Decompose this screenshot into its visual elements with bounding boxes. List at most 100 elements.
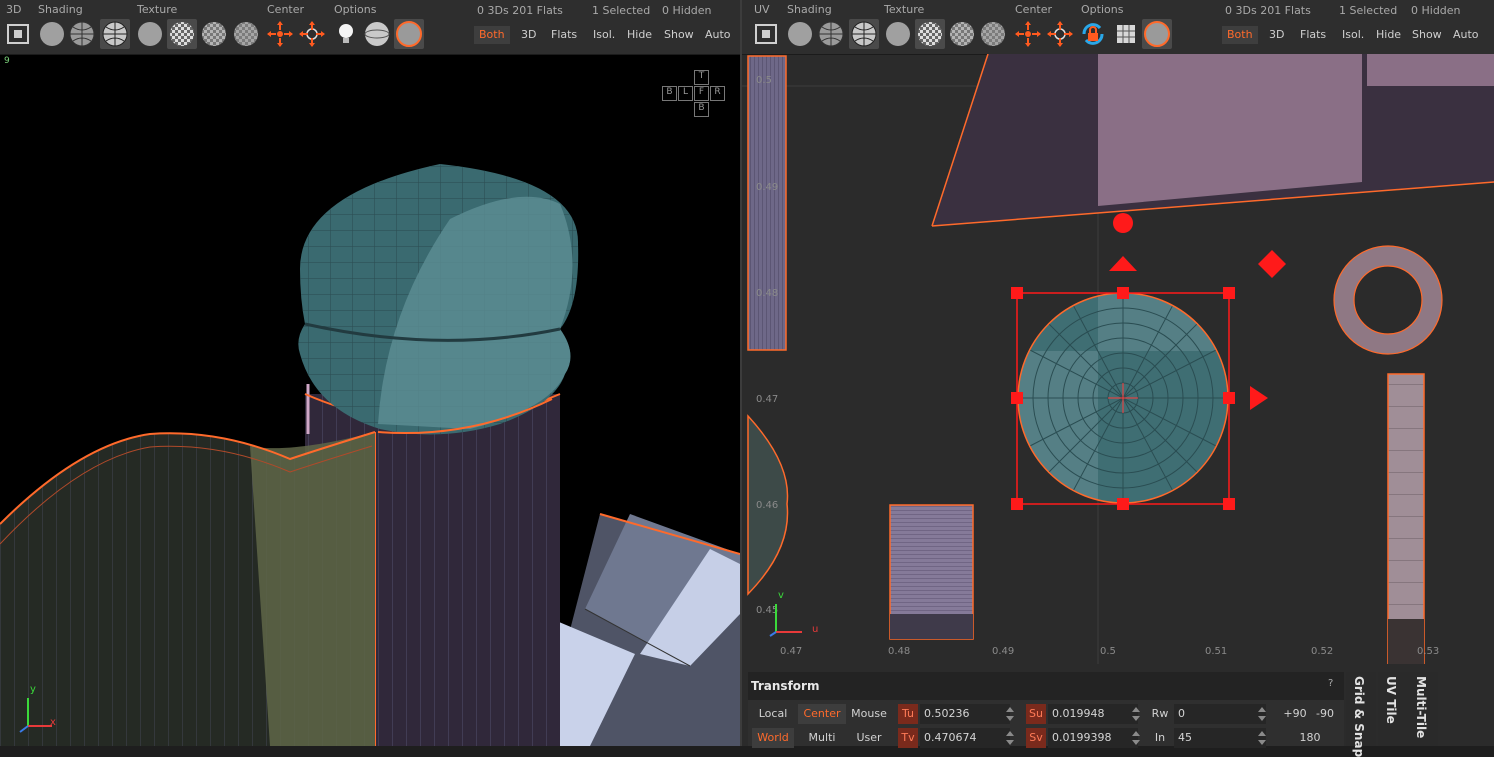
- filter-flats-uv-button[interactable]: Flats: [1295, 26, 1331, 44]
- section-center-uv: Center: [1015, 3, 1053, 16]
- show-button[interactable]: Show: [659, 26, 699, 44]
- tab-grid-snap[interactable]: Grid & Snap: [1346, 672, 1376, 757]
- viewport-uv[interactable]: UV Shading Texture Center Options 0 3Ds …: [742, 0, 1494, 746]
- filter-both-uv-button[interactable]: Both: [1222, 26, 1258, 44]
- hide-uv-button[interactable]: Hide: [1371, 26, 1406, 44]
- navcube-back[interactable]: B: [662, 86, 677, 101]
- shading-wire-uv-icon[interactable]: [816, 19, 846, 49]
- center-pivot-uv-icon[interactable]: [1013, 19, 1043, 49]
- isolate-uv-button[interactable]: Isol.: [1337, 26, 1369, 44]
- u-tick: 0.47: [780, 646, 803, 657]
- navcube-top[interactable]: T: [694, 70, 709, 85]
- rotate-minus90-button[interactable]: -90: [1310, 704, 1340, 724]
- tu-spinner-icon[interactable]: [1006, 706, 1014, 722]
- filter-flats-button[interactable]: Flats: [546, 26, 582, 44]
- center-pivot-icon[interactable]: [265, 19, 295, 49]
- shading-flat-icon[interactable]: [37, 19, 67, 49]
- transform-title[interactable]: Transform: [748, 672, 1344, 700]
- shading-wire-icon[interactable]: [67, 19, 97, 49]
- v-tick: 0.47: [756, 394, 779, 405]
- filter-3d-uv-button[interactable]: 3D: [1264, 26, 1289, 44]
- su-label: Su: [1026, 704, 1046, 724]
- auto-button[interactable]: Auto: [700, 26, 736, 44]
- input-mouse-button[interactable]: Mouse: [848, 704, 890, 724]
- show-uv-button[interactable]: Show: [1407, 26, 1447, 44]
- texture-checker3-icon[interactable]: [231, 19, 261, 49]
- section-uv: UV: [754, 3, 770, 16]
- texture-none-icon[interactable]: [135, 19, 165, 49]
- lock-rotate-icon[interactable]: [1078, 19, 1108, 49]
- tab-multi-tile[interactable]: Multi-Tile: [1408, 672, 1438, 746]
- uv-grid-icon[interactable]: [1111, 19, 1141, 49]
- navcube-left[interactable]: L: [678, 86, 693, 101]
- space-local-button[interactable]: Local: [752, 704, 794, 724]
- frame-selection-icon[interactable]: [3, 19, 33, 49]
- shading-wire-solid-icon[interactable]: [100, 19, 130, 49]
- stat-counts-uv: 0 3Ds 201 Flats: [1225, 4, 1311, 17]
- su-spinner-icon[interactable]: [1132, 706, 1140, 722]
- frame-selection-uv-icon[interactable]: [751, 19, 781, 49]
- sphere-options-icon[interactable]: [362, 19, 392, 49]
- tu-label: Tu: [898, 704, 918, 724]
- section-shading-uv: Shading: [787, 3, 832, 16]
- stat-selected: 1 Selected: [592, 4, 651, 17]
- help-button[interactable]: ?: [1328, 678, 1333, 689]
- in-spinner-icon[interactable]: [1258, 730, 1266, 746]
- material-sphere-icon[interactable]: [394, 19, 424, 49]
- texture-checker-uv-icon[interactable]: [915, 19, 945, 49]
- rw-label: Rw: [1151, 707, 1169, 720]
- filter-3d-button[interactable]: 3D: [516, 26, 541, 44]
- v-tick: 0.49: [756, 182, 779, 193]
- u-tick: 0.5: [1100, 646, 1116, 657]
- stat-hidden-uv: 0 Hidden: [1411, 4, 1461, 17]
- pivot-multi-button[interactable]: Multi: [798, 728, 846, 748]
- viewport-3d[interactable]: 3D Shading Texture Center Options 0 3Ds …: [0, 0, 740, 746]
- navcube-front[interactable]: F: [694, 86, 709, 101]
- shading-wire-solid-uv-icon[interactable]: [849, 19, 879, 49]
- axis-v-label: v: [778, 590, 784, 601]
- sv-input[interactable]: 0.0199398: [1048, 728, 1138, 748]
- center-object-uv-icon[interactable]: [1045, 19, 1075, 49]
- texture-checker3-uv-icon[interactable]: [978, 19, 1008, 49]
- texture-checker-icon[interactable]: [167, 19, 197, 49]
- uv-shell-right-strip: [1387, 373, 1425, 664]
- space-world-button[interactable]: World: [752, 728, 794, 748]
- scene-3d[interactable]: [0, 54, 740, 746]
- filter-both-button[interactable]: Both: [474, 26, 510, 44]
- knob-mesh: [298, 164, 579, 435]
- u-tick: 0.49: [992, 646, 1015, 657]
- sv-spinner-icon[interactable]: [1132, 730, 1140, 746]
- light-bulb-icon[interactable]: [331, 19, 361, 49]
- uv-canvas[interactable]: [742, 54, 1494, 664]
- in-input[interactable]: 45: [1174, 728, 1266, 748]
- material-sphere-uv-icon[interactable]: [1142, 19, 1172, 49]
- texture-none-uv-icon[interactable]: [883, 19, 913, 49]
- input-user-button[interactable]: User: [848, 728, 890, 748]
- uv-shell-ring: [1333, 245, 1443, 355]
- center-object-icon[interactable]: [297, 19, 327, 49]
- tv-spinner-icon[interactable]: [1006, 730, 1014, 746]
- rw-spinner-icon[interactable]: [1258, 706, 1266, 722]
- toolbar-uv: UV Shading Texture Center Options 0 3Ds …: [742, 0, 1494, 55]
- stat-selected-uv: 1 Selected: [1339, 4, 1398, 17]
- navigation-cube[interactable]: T B L F R B: [662, 70, 725, 117]
- navcube-right[interactable]: R: [710, 86, 725, 101]
- v-tick: 0.5: [756, 75, 772, 86]
- rw-input[interactable]: 0: [1174, 704, 1266, 724]
- su-input[interactable]: 0.019948: [1048, 704, 1138, 724]
- rotate-180-button[interactable]: 180: [1280, 728, 1340, 748]
- isolate-button[interactable]: Isol.: [588, 26, 620, 44]
- uv-shell-top: [931, 54, 1494, 227]
- navcube-bottom[interactable]: B: [694, 102, 709, 117]
- tu-input[interactable]: 0.50236: [920, 704, 1010, 724]
- texture-checker2-uv-icon[interactable]: [947, 19, 977, 49]
- tab-uv-tile[interactable]: UV Tile: [1378, 672, 1408, 746]
- shading-flat-uv-icon[interactable]: [785, 19, 815, 49]
- rotate-plus90-button[interactable]: +90: [1280, 704, 1310, 724]
- auto-uv-button[interactable]: Auto: [1448, 26, 1484, 44]
- hide-button[interactable]: Hide: [622, 26, 657, 44]
- pivot-center-button[interactable]: Center: [798, 704, 846, 724]
- u-tick: 0.51: [1205, 646, 1228, 657]
- tv-input[interactable]: 0.470674: [920, 728, 1010, 748]
- texture-checker2-icon[interactable]: [199, 19, 229, 49]
